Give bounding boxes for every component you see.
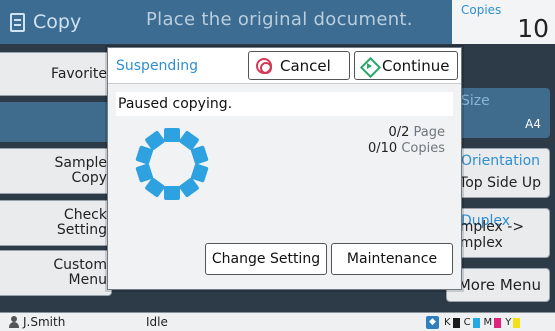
cancel-label: Cancel <box>280 56 331 75</box>
sample-copy-label: Sample Copy <box>54 155 108 186</box>
instruction-message: Place the original document. <box>146 9 413 30</box>
copies-label: Copies <box>461 3 502 17</box>
sample-copy-button[interactable]: Sample Copy <box>0 148 112 194</box>
continue-button[interactable]: Continue <box>354 51 458 80</box>
size-value: A4 <box>525 117 541 131</box>
spinner-segment <box>164 186 180 200</box>
app-title: Copy <box>10 8 81 36</box>
copy-document-icon <box>10 12 25 32</box>
copies-progress: 0/10 Copies <box>367 141 445 156</box>
maintenance-button[interactable]: Maintenance <box>331 243 453 275</box>
user-icon <box>8 316 20 328</box>
ink-yellow: Y <box>505 317 521 328</box>
cancel-button[interactable]: Cancel <box>248 51 350 80</box>
progress-readout: 0/2 Page 0/10 Copies <box>368 125 445 157</box>
ink-magenta: M <box>484 317 502 328</box>
status-bar: J.Smith Idle ◆ K C M Y <box>0 312 555 331</box>
suspending-dialog: Suspending Cancel Continue Paused copyin… <box>107 47 462 290</box>
favorite-label: Favorite <box>51 66 107 82</box>
machine-status: Idle <box>146 315 168 329</box>
top-bar: Copy Place the original document. Copies… <box>0 0 555 44</box>
blank-left-button[interactable] <box>0 102 112 142</box>
progress-spinner-icon <box>135 128 209 200</box>
app-title-label: Copy <box>33 11 82 33</box>
copies-value: 10 <box>517 14 549 43</box>
check-setting-label: Check Setting <box>56 207 107 238</box>
dialog-message: Paused copying. <box>116 92 453 116</box>
ink-levels: ◆ K C M Y <box>426 316 524 329</box>
ink-black: K <box>444 317 460 328</box>
stop-icon <box>256 57 272 74</box>
user-indicator: J.Smith <box>8 315 65 329</box>
dialog-title: Suspending <box>116 58 198 74</box>
user-name: J.Smith <box>23 315 66 329</box>
dialog-header: Suspending Cancel Continue <box>108 48 461 84</box>
ink-drop-icon: ◆ <box>426 316 439 329</box>
check-setting-button[interactable]: Check Setting <box>0 200 112 246</box>
change-setting-button[interactable]: Change Setting <box>205 243 327 275</box>
orientation-value: Top Side Up <box>459 175 541 191</box>
more-menu-label: More Menu <box>457 276 541 294</box>
ink-cyan: C <box>464 317 480 328</box>
favorite-button[interactable]: Favorite <box>0 52 112 96</box>
copies-counter[interactable]: Copies 10 <box>452 0 555 44</box>
spinner-segment <box>190 145 209 165</box>
page-progress: 0/2 Page <box>388 125 445 140</box>
size-header: Size <box>461 93 490 109</box>
continue-icon <box>361 58 377 74</box>
orientation-header: Orientation <box>461 153 541 169</box>
continue-label: Continue <box>382 56 450 75</box>
custom-menu-button[interactable]: Custom Menu <box>0 250 112 296</box>
custom-menu-label: Custom Menu <box>53 257 107 288</box>
spinner-segment <box>164 128 180 142</box>
